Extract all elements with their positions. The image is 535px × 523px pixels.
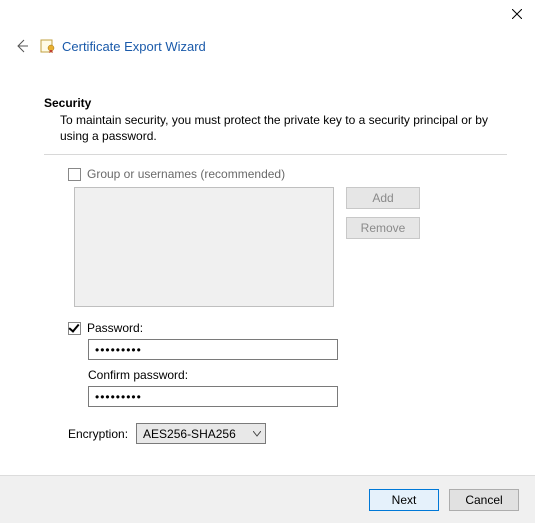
cancel-button[interactable]: Cancel bbox=[449, 489, 519, 511]
encryption-label: Encryption: bbox=[68, 427, 128, 441]
encryption-select[interactable]: AES256-SHA256 bbox=[136, 423, 266, 444]
back-arrow-icon bbox=[14, 38, 30, 54]
add-button: Add bbox=[346, 187, 420, 209]
footer: Next Cancel bbox=[0, 475, 535, 523]
section-heading: Security bbox=[44, 96, 507, 110]
password-input[interactable] bbox=[88, 339, 338, 360]
principals-row: Add Remove bbox=[74, 187, 507, 307]
content-area: Security To maintain security, you must … bbox=[44, 96, 507, 444]
principals-list bbox=[74, 187, 334, 307]
principals-buttons: Add Remove bbox=[346, 187, 420, 239]
section-description: To maintain security, you must protect t… bbox=[60, 112, 490, 144]
password-label: Password: bbox=[87, 321, 143, 335]
back-button[interactable] bbox=[12, 36, 32, 56]
wizard-title-row: Certificate Export Wizard bbox=[40, 38, 206, 54]
group-checkbox-row: Group or usernames (recommended) bbox=[68, 167, 507, 181]
password-checkbox[interactable] bbox=[68, 322, 81, 335]
page-title: Certificate Export Wizard bbox=[62, 39, 206, 54]
certificate-icon bbox=[40, 38, 56, 54]
divider bbox=[44, 154, 507, 155]
titlebar bbox=[0, 0, 535, 28]
group-usernames-label: Group or usernames (recommended) bbox=[87, 167, 285, 181]
encryption-select-wrap: AES256-SHA256 bbox=[136, 423, 266, 444]
confirm-password-input[interactable] bbox=[88, 386, 338, 407]
password-checkbox-row: Password: bbox=[68, 321, 507, 335]
confirm-password-label: Confirm password: bbox=[88, 368, 507, 382]
group-usernames-checkbox[interactable] bbox=[68, 168, 81, 181]
remove-button: Remove bbox=[346, 217, 420, 239]
password-section: Password: Confirm password: bbox=[68, 321, 507, 407]
close-button[interactable] bbox=[509, 6, 525, 22]
encryption-row: Encryption: AES256-SHA256 bbox=[68, 423, 507, 444]
next-button[interactable]: Next bbox=[369, 489, 439, 511]
wizard-header: Certificate Export Wizard bbox=[12, 36, 523, 56]
close-icon bbox=[512, 9, 522, 19]
